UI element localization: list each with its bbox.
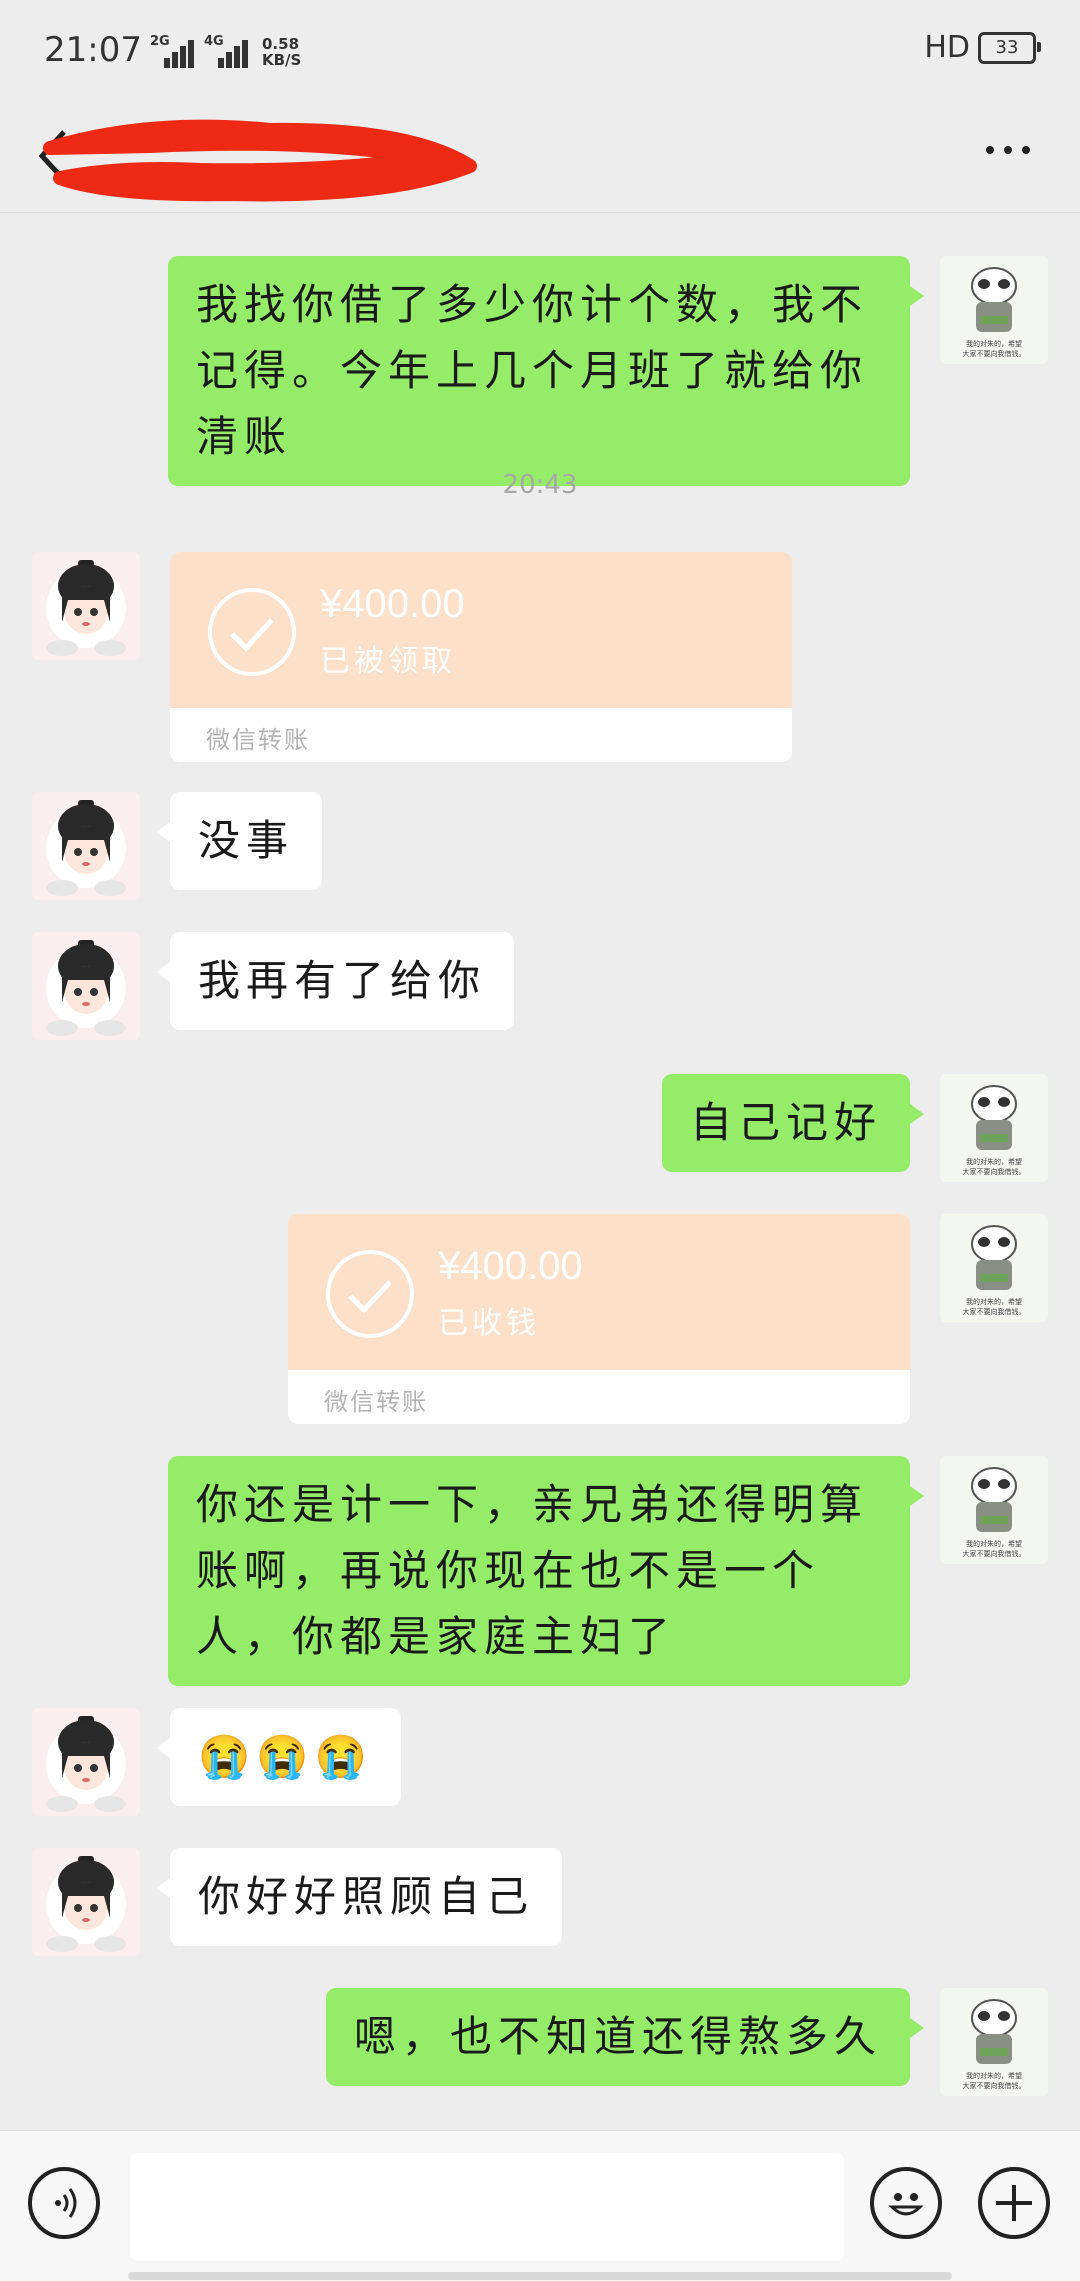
transfer-footer: 微信转账	[206, 726, 310, 754]
transfer-footer: 微信转账	[324, 1388, 428, 1416]
signal-icon-sim1: 2G	[150, 34, 194, 68]
message-bubble-received[interactable]: 没事	[155, 792, 323, 890]
transfer-amount: ¥400.00	[438, 1244, 583, 1288]
check-icon	[326, 1250, 414, 1338]
message-bubble-sent[interactable]: 自己记好	[661, 1074, 925, 1172]
svg-text:大家不要向我借钱。: 大家不要向我借钱。	[963, 1167, 1026, 1176]
message-bubble-received[interactable]: 😭😭😭	[156, 1708, 401, 1806]
message-bubble-received[interactable]: 我再有了给你	[155, 932, 515, 1030]
panda-meme-icon: 我的对朱的，希望 大家不要向我借钱。	[940, 1074, 1048, 1182]
message-bubble-sent[interactable]: 嗯，也不知道还得熬多久	[325, 1988, 925, 2086]
status-bar: 21:07 2G 4G 0.58 KB/S HD 33	[0, 0, 1080, 100]
girl-avatar-icon	[32, 792, 140, 900]
transfer-status: 已收钱	[438, 1306, 540, 1341]
voice-input-icon[interactable]	[28, 2167, 100, 2239]
svg-text:大家不要向我借钱。: 大家不要向我借钱。	[963, 1549, 1026, 1558]
hd-indicator: HD	[924, 30, 970, 65]
contact-avatar[interactable]	[32, 552, 140, 660]
girl-avatar-icon	[32, 552, 140, 660]
contact-avatar[interactable]	[32, 792, 140, 900]
status-time: 21:07	[44, 30, 142, 70]
panda-meme-icon: 我的对朱的，希望 大家不要向我借钱。	[940, 1214, 1048, 1322]
my-avatar[interactable]: 我的对朱的，希望 大家不要向我借钱。	[940, 1456, 1048, 1564]
network-speed: 0.58 KB/S	[262, 35, 302, 69]
transfer-card-sent[interactable]: ¥400.00 已收钱 微信转账	[288, 1214, 910, 1424]
svg-text:大家不要向我借钱。: 大家不要向我借钱。	[963, 1307, 1026, 1316]
network-indicators: 2G 4G 0.58 KB/S	[150, 34, 301, 68]
my-avatar[interactable]: 我的对朱的，希望 大家不要向我借钱。	[940, 1214, 1048, 1322]
check-icon	[208, 588, 296, 676]
girl-avatar-icon	[32, 1708, 140, 1816]
svg-text:大家不要向我借钱。: 大家不要向我借钱。	[963, 2081, 1026, 2090]
contact-avatar[interactable]	[32, 932, 140, 1040]
redacted-contact-name	[43, 119, 477, 202]
chat-message-list[interactable]: 我找你借了多少你计个数，我不记得。今年上几个月班了就给你清账 我的对朱的，希望 …	[0, 212, 1080, 2130]
message-text-input[interactable]	[130, 2153, 844, 2261]
more-options-icon[interactable]	[986, 146, 1030, 154]
message-bubble-sent[interactable]: 你还是计一下，亲兄弟还得明算账啊，再说你现在也不是一个人，你都是家庭主妇了	[168, 1456, 924, 1686]
more-actions-plus-icon[interactable]	[978, 2167, 1050, 2239]
my-avatar[interactable]: 我的对朱的，希望 大家不要向我借钱。	[940, 1988, 1048, 2096]
svg-text:大家不要向我借钱。: 大家不要向我借钱。	[963, 349, 1026, 358]
battery-icon: 33	[978, 31, 1041, 64]
contact-avatar[interactable]	[32, 1708, 140, 1816]
my-avatar[interactable]: 我的对朱的，希望 大家不要向我借钱。	[940, 1074, 1048, 1182]
signal-icon-sim2: 4G	[204, 34, 248, 68]
my-avatar[interactable]: 我的对朱的，希望 大家不要向我借钱。	[940, 256, 1048, 364]
panda-meme-icon: 我的对朱的，希望 大家不要向我借钱。	[940, 1988, 1048, 2096]
timestamp: 20:43	[502, 470, 578, 500]
home-indicator	[128, 2272, 952, 2280]
svg-text:我的对朱的，希望: 我的对朱的，希望	[966, 1539, 1022, 1548]
girl-avatar-icon	[32, 1848, 140, 1956]
emoji-icon[interactable]	[870, 2167, 942, 2239]
svg-text:我的对朱的，希望: 我的对朱的，希望	[966, 339, 1022, 348]
svg-text:我的对朱的，希望: 我的对朱的，希望	[966, 2071, 1022, 2080]
transfer-status: 已被领取	[320, 644, 456, 679]
transfer-amount: ¥400.00	[320, 582, 465, 626]
panda-meme-icon: 我的对朱的，希望 大家不要向我借钱。	[940, 1456, 1048, 1564]
message-input-bar	[0, 2130, 1080, 2281]
contact-avatar[interactable]	[32, 1848, 140, 1956]
panda-meme-icon: 我的对朱的，希望 大家不要向我借钱。	[940, 256, 1048, 364]
message-bubble-received[interactable]: 你好好照顾自己	[155, 1848, 563, 1946]
svg-text:我的对朱的，希望: 我的对朱的，希望	[966, 1297, 1022, 1306]
transfer-card-received[interactable]: ¥400.00 已被领取 微信转账	[170, 552, 792, 762]
svg-text:我的对朱的，希望: 我的对朱的，希望	[966, 1157, 1022, 1166]
girl-avatar-icon	[32, 932, 140, 1040]
message-bubble-sent[interactable]: 我找你借了多少你计个数，我不记得。今年上几个月班了就给你清账	[168, 256, 924, 486]
